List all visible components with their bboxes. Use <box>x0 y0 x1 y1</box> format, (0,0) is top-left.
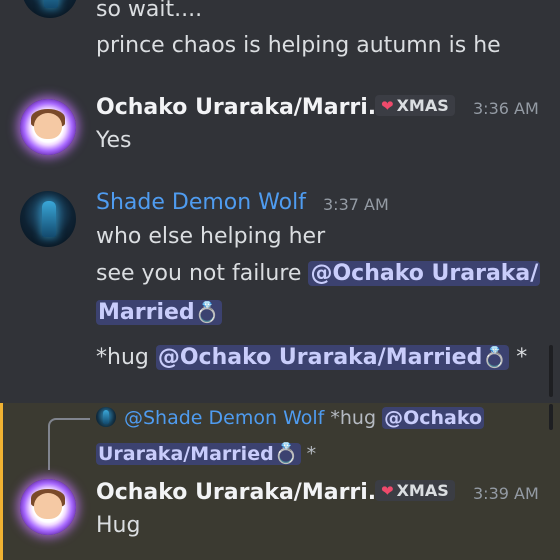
ring-icon: 💍 <box>273 441 299 465</box>
message-line: so wait.... <box>96 0 203 22</box>
message-text: Hug <box>96 513 141 538</box>
message-line: prince chaos is helping autumn is he <box>96 33 501 58</box>
timestamp[interactable]: 3:39 AM <box>473 484 539 503</box>
avatar-uraraka[interactable] <box>20 99 76 155</box>
username[interactable]: Ochako Uraraka/Marri... <box>96 94 393 122</box>
role-tag[interactable]: ❤ XMAS <box>375 95 455 116</box>
avatar-face <box>34 493 62 519</box>
reply-avatar[interactable] <box>96 407 116 427</box>
message-text: *hug <box>96 345 149 370</box>
timestamp[interactable]: 3:37 AM <box>323 195 389 214</box>
avatar-shade-top[interactable] <box>22 0 78 18</box>
mention-text: Uraraka/Married <box>98 443 274 465</box>
username[interactable]: Ochako Uraraka/Marri... <box>96 479 393 507</box>
ring-icon: 💍 <box>482 345 508 369</box>
message-text: * <box>516 345 528 370</box>
scrollbar-thumb[interactable] <box>549 345 553 397</box>
avatar-uraraka[interactable] <box>20 479 76 535</box>
heart-icon: ❤ <box>381 96 394 115</box>
avatar-figure <box>42 201 56 237</box>
reply-username: @Shade Demon Wolf <box>124 407 325 429</box>
message-line: Married💍 <box>96 298 222 327</box>
message-line: *hug @Ochako Uraraka/Married💍 * <box>96 343 527 372</box>
message-text: see you not failure <box>96 261 302 286</box>
user-mention[interactable]: Married💍 <box>96 300 222 325</box>
username[interactable]: Shade Demon Wolf <box>96 189 306 217</box>
message-line: who else helping her <box>96 224 326 249</box>
avatar-face <box>34 113 62 139</box>
message-line: see you not failure @Ochako Uraraka/ <box>96 260 541 288</box>
heart-icon: ❤ <box>381 481 394 500</box>
avatar-shade[interactable] <box>20 191 76 247</box>
mention-text: @Ochako Uraraka/Married <box>157 345 483 370</box>
reply-preview-line2[interactable]: Uraraka/Married💍 * <box>96 440 316 467</box>
mention-text: Married <box>98 300 195 325</box>
avatar-figure <box>103 410 109 424</box>
reply-connector <box>48 418 90 470</box>
reply-text: *hug <box>330 407 377 429</box>
ring-icon: 💍 <box>194 300 220 324</box>
reply-mention: Uraraka/Married💍 <box>96 441 301 465</box>
role-tag[interactable]: ❤ XMAS <box>375 480 455 501</box>
reply-mention: @Ochako <box>382 407 485 429</box>
user-mention[interactable]: @Ochako Uraraka/Married💍 <box>155 345 510 370</box>
reply-text: * <box>306 443 317 465</box>
role-tag-label: XMAS <box>396 481 449 500</box>
user-mention[interactable]: @Ochako Uraraka/ <box>308 261 541 286</box>
scrollbar-track[interactable] <box>549 404 553 430</box>
timestamp[interactable]: 3:36 AM <box>473 99 539 118</box>
role-tag-label: XMAS <box>396 96 449 115</box>
reply-preview[interactable]: @Shade Demon Wolf *hug @Ochako <box>124 405 485 431</box>
avatar-figure <box>44 0 58 8</box>
message-text: Yes <box>96 128 132 153</box>
